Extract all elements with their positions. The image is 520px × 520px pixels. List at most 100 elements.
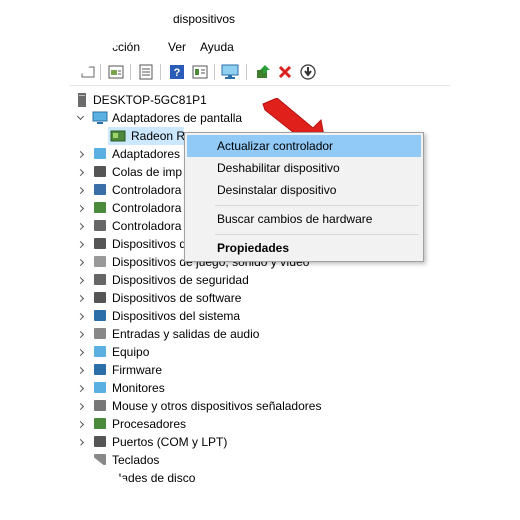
menu-item-update-driver[interactable]: Actualizar controlador [187,135,421,157]
chevron-right-icon[interactable] [75,203,85,213]
chevron-right-icon[interactable] [75,401,85,411]
chevron-down-icon[interactable] [75,112,85,123]
chevron-right-icon[interactable] [75,419,85,429]
display-icon [94,148,106,159]
update-driver-icon[interactable] [253,62,273,82]
menu-bar: cción Ver Ayuda [0,34,520,58]
chevron-right-icon[interactable] [75,473,85,483]
security-icon [94,274,106,285]
category-label: Dispositivos del sistema [112,309,241,323]
tree-item-category[interactable]: Procesadores [0,415,520,433]
category-label: Puertos (COM y LPT) [112,435,228,449]
details-icon[interactable] [190,62,210,82]
category-label: Colas de imp [112,165,183,179]
chevron-right-icon[interactable] [75,149,85,159]
chevron-right-icon[interactable] [75,257,85,267]
tree-item-category[interactable]: Firmware [0,361,520,379]
menu-item-properties[interactable]: Propiedades [187,237,421,259]
chevron-right-icon[interactable] [75,167,85,177]
chevron-right-icon[interactable] [75,311,85,321]
chevron-right-icon[interactable] [75,221,85,231]
menu-action[interactable]: cción [112,40,140,54]
gpu-label: Radeon RX 560 Series [131,129,184,143]
category-label: Adaptadores [112,147,181,161]
system-icon [94,310,106,321]
mouse-icon [94,400,106,411]
window-title: dispositivos [173,12,236,26]
tree-item-category[interactable]: Teclados [0,451,520,469]
category-label: Mouse y otros dispositivos señaladores [112,399,322,413]
category-label: Controladora [112,219,182,233]
menu-separator [215,205,419,206]
download-icon[interactable] [298,62,318,82]
tree-item-category[interactable]: Puertos (COM y LPT) [0,433,520,451]
category-label: Dispositivos de software [112,291,242,305]
tree-item-category[interactable]: Dispositivos de seguridad [0,271,520,289]
title-bar: dispositivos [0,0,520,34]
category-label: Firmware [112,363,162,377]
menu-separator [215,234,419,235]
chevron-right-icon[interactable] [75,275,85,285]
chevron-right-icon[interactable] [75,437,85,447]
tree-item-category[interactable]: Mouse y otros dispositivos señaladores [0,397,520,415]
device-manager-window: dispositivos cción Ver Ayuda ? DESKTOP-5… [0,0,520,520]
port-icon [94,436,106,447]
audio-icon [94,328,106,339]
chevron-right-icon[interactable] [75,455,85,465]
category-label: Teclados [112,453,160,467]
category-label: Equipo [112,345,150,359]
speaker-icon [94,256,106,267]
category-label: Controladora [112,183,182,197]
category-label: Controladora [112,201,182,215]
help-icon[interactable]: ? [167,62,187,82]
network-controller-icon [94,202,106,213]
uninstall-icon[interactable] [275,62,295,82]
monitor-icon [94,382,106,393]
category-label: Monitores [112,381,165,395]
tree-item-category[interactable]: Dispositivos de software [0,289,520,307]
display-adapter-icon [92,111,108,124]
hid-icon [94,238,106,249]
monitor-icon[interactable] [220,62,240,82]
chevron-right-icon[interactable] [75,185,85,195]
menu-help[interactable]: Ayuda [200,40,234,54]
tree-item-category[interactable]: Equipo [0,343,520,361]
software-icon [94,292,106,303]
category-label: Dispositivos de seguridad [112,273,249,287]
chevron-right-icon[interactable] [75,347,85,357]
storage-controller-icon [94,220,106,231]
category-label: Procesadores [112,417,187,431]
category-label: Entradas y salidas de audio [112,327,260,341]
list-icon[interactable] [136,62,156,82]
menu-item-disable-device[interactable]: Deshabilitar dispositivo [187,157,421,179]
processor-icon [94,418,106,429]
chevron-right-icon[interactable] [75,329,85,339]
menu-item-uninstall-device[interactable]: Desinstalar dispositivo [187,179,421,201]
category-label: idades de disco [112,471,196,485]
printer-queue-icon [94,166,106,177]
chevron-right-icon[interactable] [75,383,85,393]
keyboard-icon [94,454,106,465]
toolbar: ? [0,58,520,86]
gpu-icon [110,130,126,142]
back-icon[interactable] [78,62,98,82]
firmware-icon [94,364,106,375]
properties-icon[interactable] [106,62,126,82]
svg-text:?: ? [174,67,181,79]
controller-icon [94,184,106,195]
menu-view[interactable]: Ver [168,40,186,54]
tree-item-category[interactable]: Entradas y salidas de audio [0,325,520,343]
tree-item-category[interactable]: Dispositivos del sistema [0,307,520,325]
tree-item-category[interactable]: Monitores [0,379,520,397]
computer-icon [78,93,86,107]
chevron-right-icon[interactable] [75,365,85,375]
menu-item-scan-hardware[interactable]: Buscar cambios de hardware [187,208,421,230]
chevron-right-icon[interactable] [75,293,85,303]
root-label: DESKTOP-5GC81P1 [93,93,207,107]
tree-item-category[interactable]: idades de disco [0,469,520,487]
display-adapters-label: Adaptadores de pantalla [112,111,243,125]
computer-icon [94,346,106,357]
chevron-right-icon[interactable] [75,239,85,249]
context-menu: Actualizar controlador Deshabilitar disp… [184,132,424,262]
disk-icon [94,472,106,483]
